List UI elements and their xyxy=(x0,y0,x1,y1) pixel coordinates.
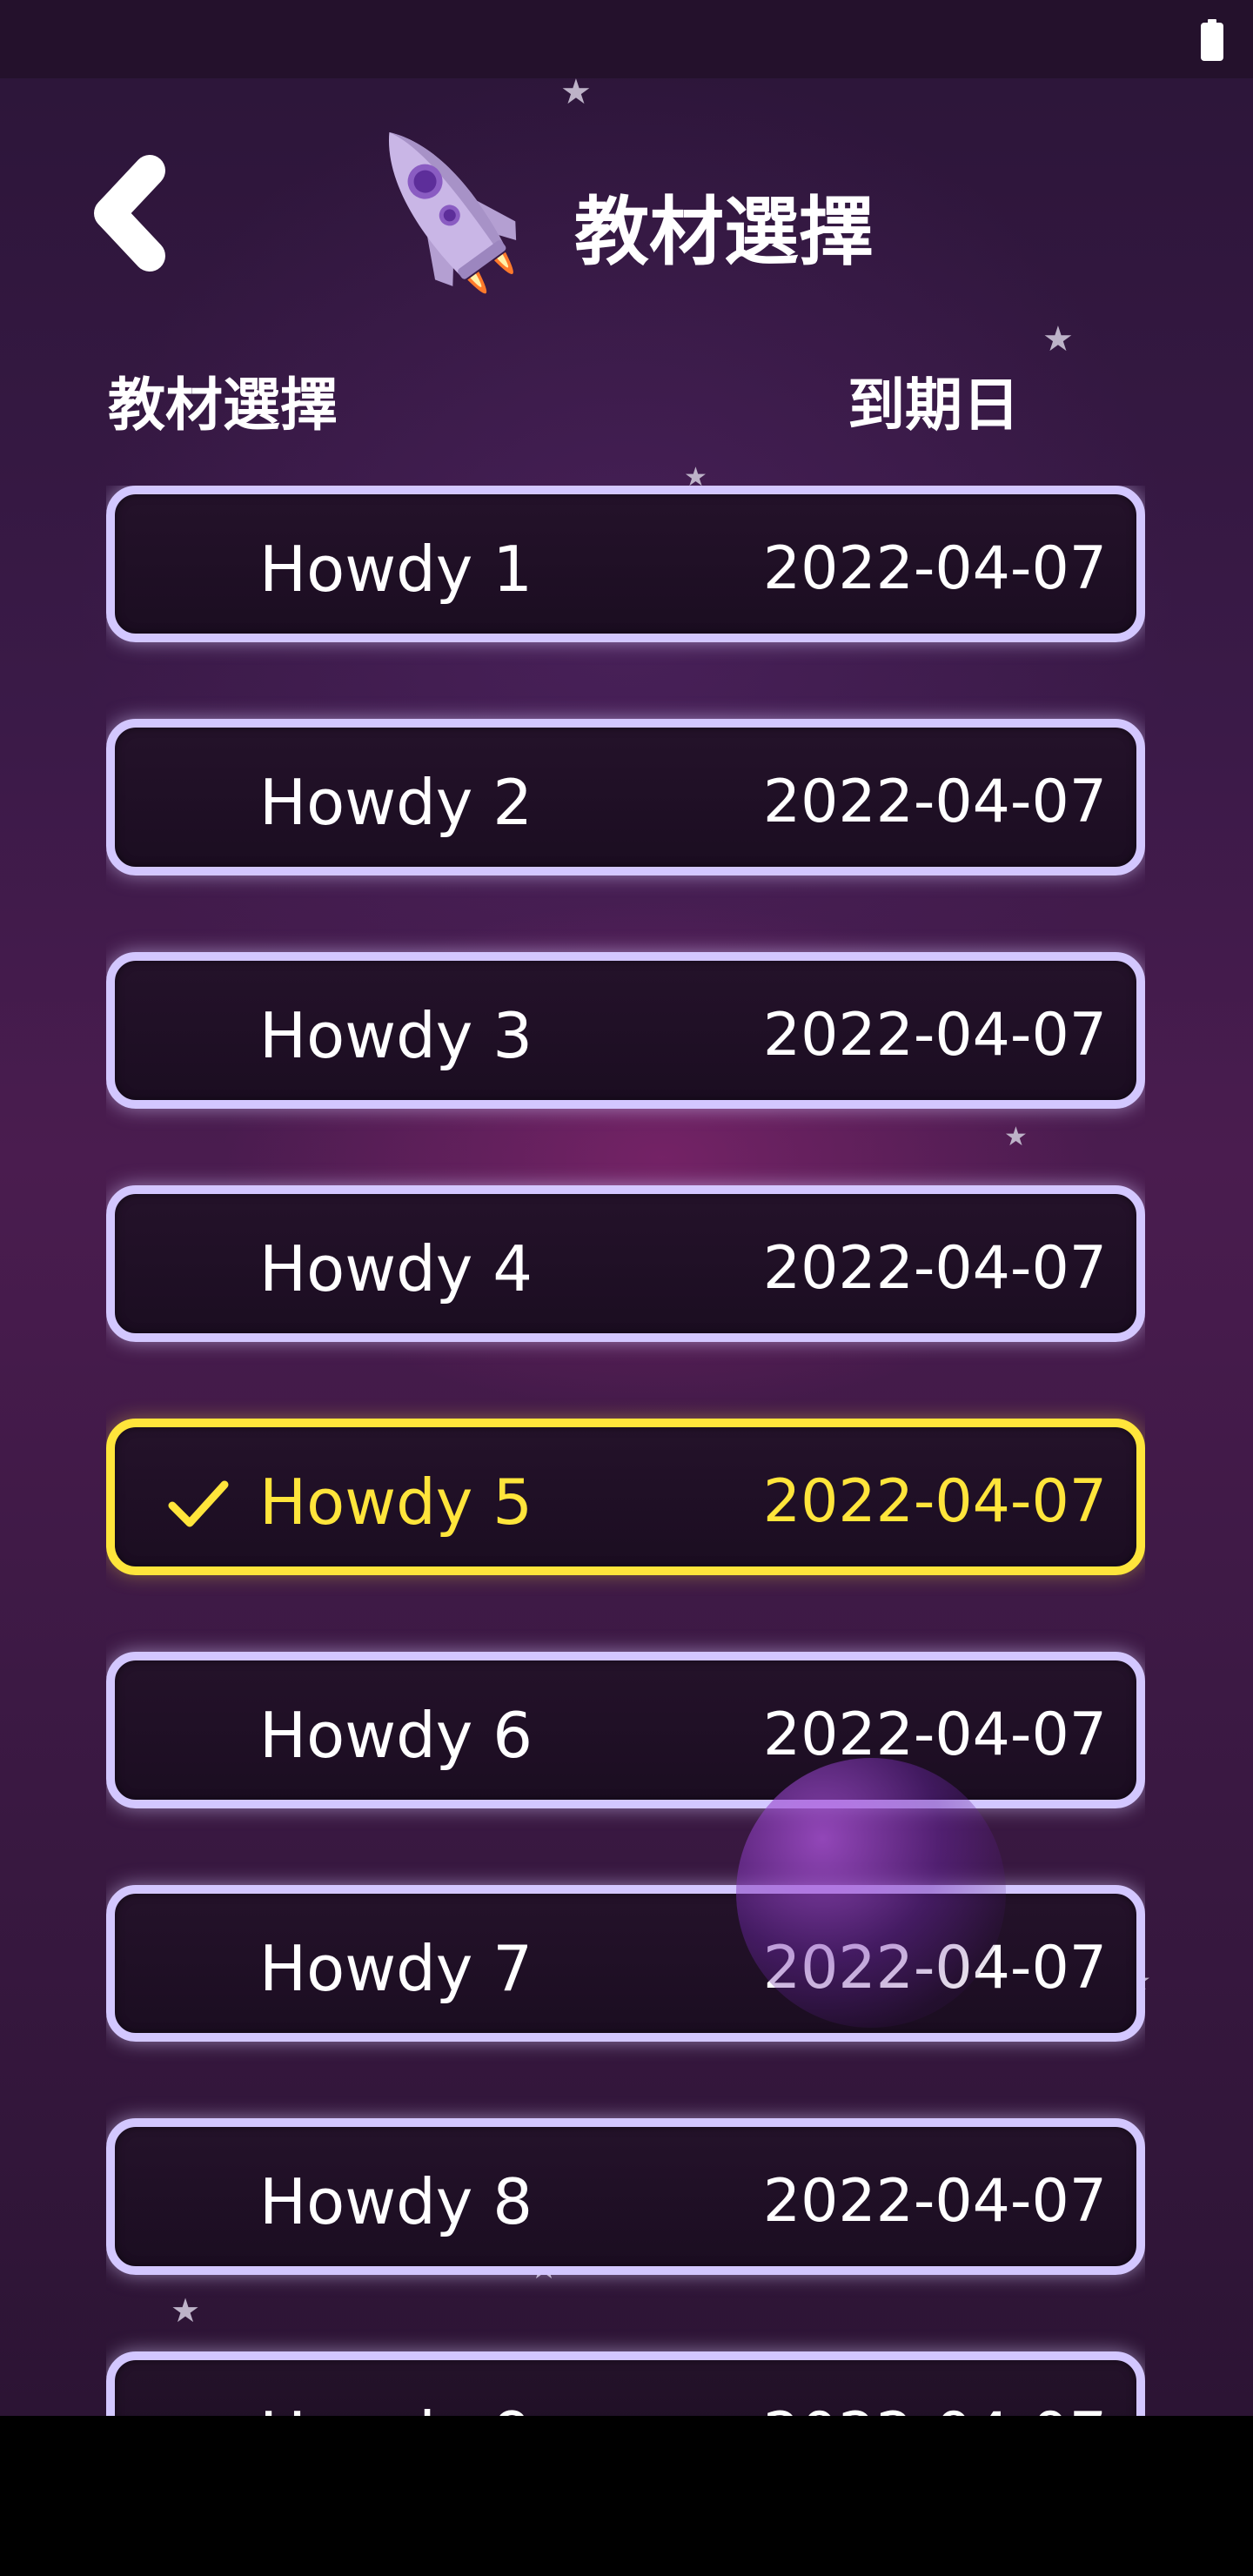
material-row[interactable]: Howdy 8 2022-04-07 xyxy=(106,2118,1145,2275)
material-list: Howdy 1 2022-04-07 Howdy 2 2022-04-07 Ho… xyxy=(106,486,1145,2416)
material-row[interactable]: Howdy 9 2022-04-07 xyxy=(106,2351,1145,2416)
status-bar xyxy=(0,0,1253,78)
material-row[interactable]: Howdy 4 2022-04-07 xyxy=(106,1185,1145,1342)
screen: ★ ★ ★ ★ ★ ★ ★ ★ ★ ★ ★ ★ xyxy=(0,0,1253,2576)
material-name: Howdy 7 xyxy=(259,1932,533,2005)
column-header-material: 教材選擇 xyxy=(108,372,338,439)
material-name: Howdy 3 xyxy=(259,999,533,1072)
material-expiry-date: 2022-04-07 xyxy=(762,1701,1107,1769)
material-expiry-date: 2022-04-07 xyxy=(762,1934,1107,2002)
material-name: Howdy 8 xyxy=(259,2165,533,2238)
material-expiry-date: 2022-04-07 xyxy=(762,2167,1107,2236)
chevron-left-icon xyxy=(94,155,165,272)
material-name: Howdy 2 xyxy=(259,766,533,839)
material-name: Howdy 5 xyxy=(259,1466,533,1539)
material-row[interactable]: Howdy 1 2022-04-07 xyxy=(106,486,1145,642)
app-background: ★ ★ ★ ★ ★ ★ ★ ★ ★ ★ ★ ★ xyxy=(0,0,1253,2416)
material-row[interactable]: Howdy 7 2022-04-07 xyxy=(106,1885,1145,2042)
material-expiry-date: 2022-04-07 xyxy=(762,1001,1107,1070)
battery-icon xyxy=(1201,19,1223,61)
material-expiry-date: 2022-04-07 xyxy=(762,1234,1107,1303)
material-row[interactable]: Howdy 2 2022-04-07 xyxy=(106,719,1145,875)
material-expiry-date: 2022-04-07 xyxy=(762,1467,1107,1536)
material-row-selected[interactable]: Howdy 5 2022-04-07 xyxy=(106,1419,1145,1575)
material-name: Howdy 9 xyxy=(259,2398,533,2416)
material-row[interactable]: Howdy 3 2022-04-07 xyxy=(106,952,1145,1109)
check-icon xyxy=(168,1480,229,1527)
star-icon: ★ xyxy=(560,72,592,112)
page-title: 教材選擇 xyxy=(574,189,874,276)
material-expiry-date: 2022-04-07 xyxy=(762,534,1107,603)
material-expiry-date: 2022-04-07 xyxy=(762,768,1107,836)
back-button[interactable] xyxy=(90,155,178,272)
star-icon: ★ xyxy=(1042,319,1074,359)
material-name: Howdy 6 xyxy=(259,1699,533,1772)
material-expiry-date: 2022-04-07 xyxy=(763,2400,1107,2416)
rocket-icon xyxy=(388,131,517,294)
column-header-expiry: 到期日 xyxy=(848,372,1020,439)
material-row[interactable]: Howdy 6 2022-04-07 xyxy=(106,1652,1145,1808)
material-name: Howdy 4 xyxy=(259,1232,533,1305)
material-name: Howdy 1 xyxy=(259,533,533,606)
navigation-bar-area xyxy=(0,2416,1253,2576)
